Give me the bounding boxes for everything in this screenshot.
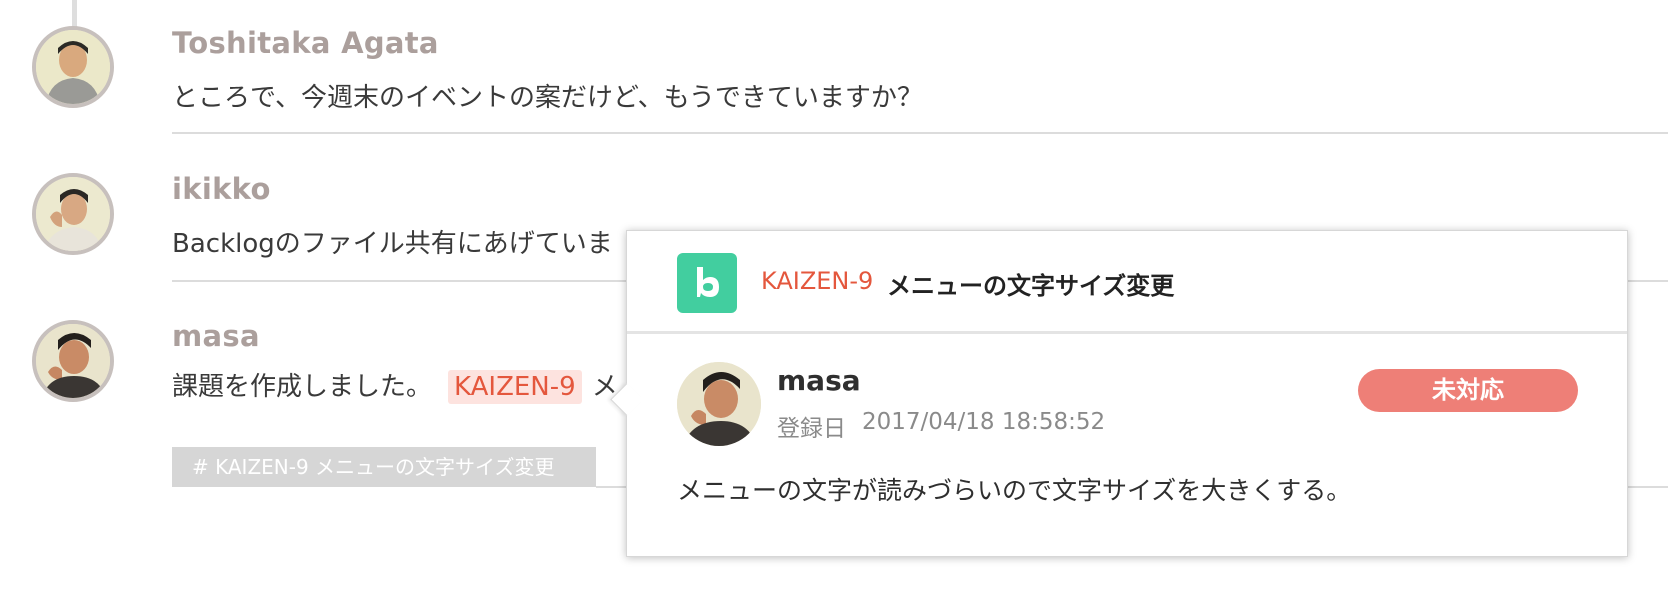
popup-date-label: 登録日 (777, 416, 846, 442)
popup-description: メニューの文字が読みづらいので文字サイズを大きくする。 (677, 476, 1352, 505)
status-badge: 未対応 (1358, 369, 1578, 412)
message-text: Backlogのファイル共有にあげていま (172, 229, 613, 259)
popup-date-value: 2017/04/18 18:58:52 (862, 409, 1106, 435)
issue-key-link[interactable]: KAIZEN-9 (448, 370, 582, 404)
popup-issue-summary[interactable]: メニューの文字サイズ変更 (887, 266, 1174, 301)
avatar-toshitaka[interactable] (32, 26, 114, 108)
issue-preview-popup: KAIZEN-9 メニューの文字サイズ変更 masa 登録日 2017/04/1… (610, 230, 1628, 557)
popup-author-avatar (677, 362, 761, 446)
popup-issue-key[interactable]: KAIZEN-9 (761, 267, 873, 295)
popup-author-name: masa (777, 364, 861, 397)
backlog-b-icon (677, 253, 737, 313)
message-text: 課題を作成しました。 KAIZEN-9 メ (172, 366, 618, 404)
message-text: ところで、今週末のイベントの案だけど、もうできていますか？ (172, 83, 923, 113)
message-author[interactable]: Toshitaka Agata (172, 26, 439, 60)
message-divider (172, 132, 1668, 134)
issue-tag[interactable]: # KAIZEN-9 メニューの文字サイズ変更 (172, 447, 596, 487)
popup-header: KAIZEN-9 メニューの文字サイズ変更 (627, 231, 1627, 334)
message-author[interactable]: ikikko (172, 172, 271, 206)
message-text-before: 課題を作成しました。 (172, 372, 433, 402)
avatar-masa[interactable] (32, 320, 114, 402)
avatar-ikikko[interactable] (32, 173, 114, 255)
message-author[interactable]: masa (172, 319, 260, 353)
